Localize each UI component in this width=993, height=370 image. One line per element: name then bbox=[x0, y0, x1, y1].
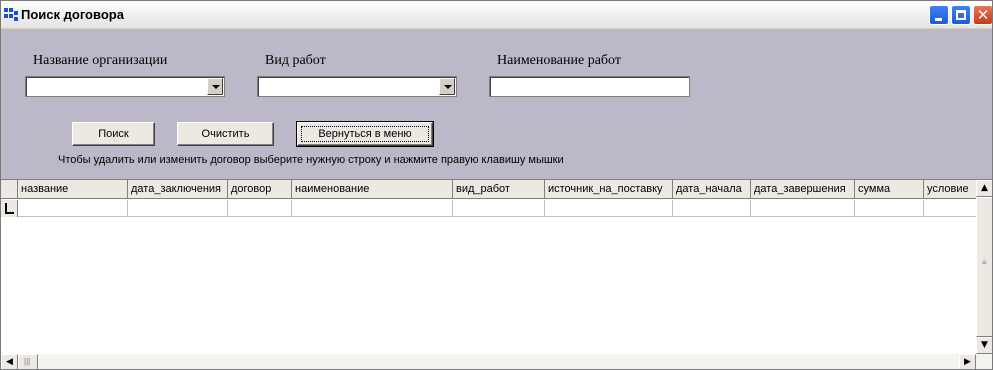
column-header[interactable]: условие bbox=[924, 180, 976, 198]
table-cell[interactable] bbox=[751, 200, 855, 217]
grip-icon: ||| bbox=[24, 357, 31, 366]
app-icon bbox=[4, 8, 20, 21]
minimize-button[interactable] bbox=[929, 5, 949, 25]
hint-text: Чтобы удалить или изменить договор выбер… bbox=[58, 154, 564, 166]
maximize-icon bbox=[956, 10, 966, 20]
scroll-up-icon[interactable]: ▲ bbox=[976, 180, 992, 197]
table-cell[interactable] bbox=[453, 200, 545, 217]
table-cell[interactable] bbox=[855, 200, 924, 217]
vertical-scrollbar[interactable]: ▲ ≡ ▼ bbox=[976, 180, 992, 354]
close-button[interactable]: ✕ bbox=[973, 5, 992, 25]
chevron-down-icon[interactable] bbox=[207, 78, 223, 95]
clear-button[interactable]: Очистить bbox=[177, 122, 274, 146]
work-name-label: Наименование работ bbox=[497, 53, 621, 68]
grip-icon: ≡ bbox=[982, 258, 987, 267]
title-bar[interactable]: Поиск договора ✕ bbox=[1, 1, 992, 29]
search-button[interactable]: Поиск bbox=[72, 122, 155, 146]
work-name-input[interactable] bbox=[489, 76, 690, 97]
horizontal-scroll-thumb[interactable]: ||| bbox=[18, 354, 38, 369]
column-header[interactable]: дата_завершения bbox=[751, 180, 855, 198]
chevron-down-icon[interactable] bbox=[439, 78, 455, 95]
maximize-button[interactable] bbox=[951, 5, 971, 25]
horizontal-scrollbar[interactable]: ◀ ||| ▶ bbox=[1, 354, 992, 369]
scroll-left-icon[interactable]: ◀ bbox=[1, 354, 18, 369]
table-cell[interactable] bbox=[545, 200, 673, 217]
scroll-right-icon[interactable]: ▶ bbox=[959, 354, 976, 369]
table-cell[interactable] bbox=[128, 200, 228, 217]
column-header[interactable]: сумма bbox=[855, 180, 924, 198]
vertical-scroll-thumb[interactable]: ≡ bbox=[976, 197, 992, 337]
column-header[interactable]: вид_работ bbox=[453, 180, 545, 198]
work-type-combobox[interactable] bbox=[257, 76, 457, 97]
table-row[interactable] bbox=[1, 200, 976, 217]
org-label: Название организации bbox=[33, 53, 168, 68]
column-header[interactable]: наименование bbox=[292, 180, 453, 198]
table-cell[interactable] bbox=[673, 200, 751, 217]
grid-header: название дата_заключения договор наимено… bbox=[1, 180, 976, 199]
search-contract-window: Поиск договора ✕ Название организации Ви… bbox=[0, 0, 993, 370]
column-header[interactable]: дата_начала bbox=[673, 180, 751, 198]
back-to-menu-button[interactable]: Вернуться в меню bbox=[296, 121, 434, 147]
minimize-icon bbox=[935, 18, 942, 21]
table-cell[interactable] bbox=[228, 200, 292, 217]
row-selector[interactable] bbox=[1, 200, 18, 217]
table-cell[interactable] bbox=[18, 200, 128, 217]
table-cell[interactable] bbox=[924, 200, 976, 217]
table-cell[interactable] bbox=[292, 200, 453, 217]
scroll-down-icon[interactable]: ▼ bbox=[976, 337, 992, 354]
column-header[interactable]: название bbox=[18, 180, 128, 198]
org-combobox[interactable] bbox=[25, 76, 225, 97]
column-header[interactable]: договор bbox=[228, 180, 292, 198]
current-row-indicator-icon bbox=[5, 203, 14, 214]
row-selector-header[interactable] bbox=[1, 180, 18, 198]
focus-rectangle bbox=[301, 126, 429, 142]
close-icon: ✕ bbox=[976, 6, 990, 24]
contracts-grid[interactable]: название дата_заключения договор наимено… bbox=[1, 179, 992, 369]
work-type-label: Вид работ bbox=[265, 53, 326, 68]
column-header[interactable]: дата_заключения bbox=[128, 180, 228, 198]
column-header[interactable]: источник_на_поставку bbox=[545, 180, 673, 198]
window-title: Поиск договора bbox=[21, 7, 124, 22]
